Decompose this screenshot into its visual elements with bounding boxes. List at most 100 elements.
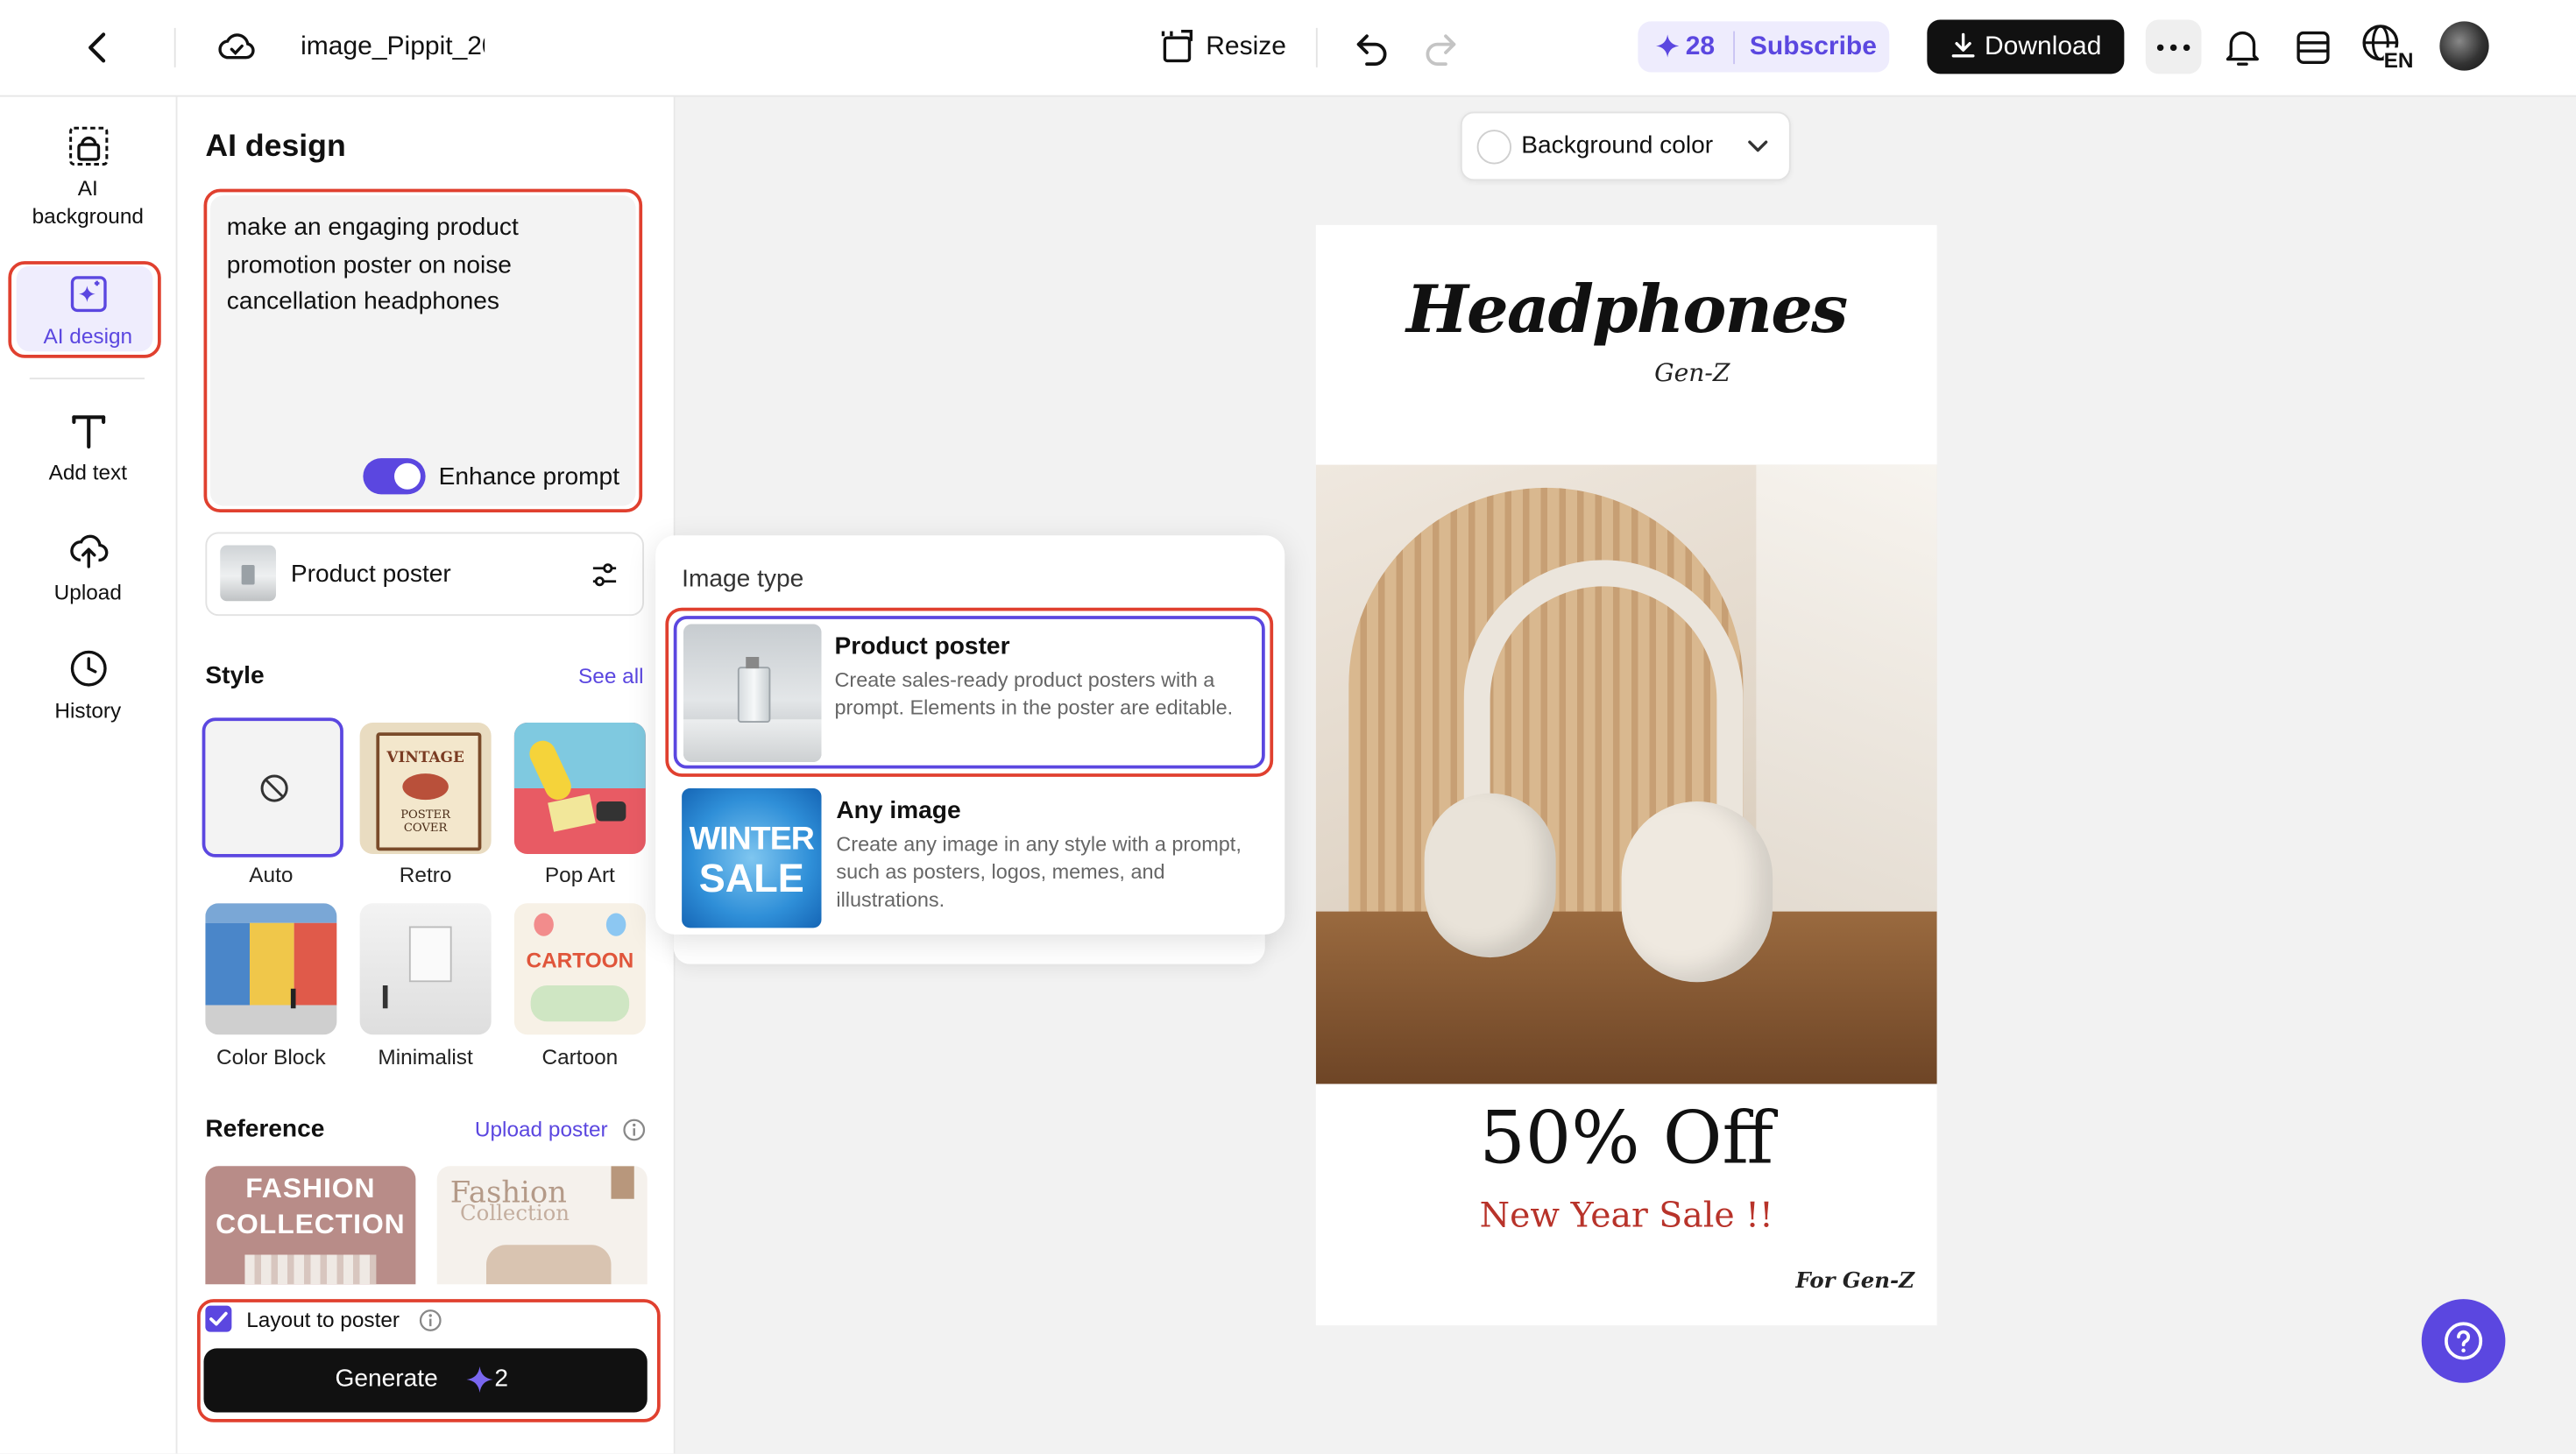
help-icon xyxy=(2443,1321,2484,1362)
help-button[interactable] xyxy=(2421,1299,2506,1383)
text-icon xyxy=(67,409,110,452)
style-color-block[interactable] xyxy=(205,903,337,1035)
style-minimalist[interactable] xyxy=(359,903,492,1035)
style-auto-label: Auto xyxy=(249,862,294,887)
style-minimalist-label: Minimalist xyxy=(378,1044,473,1069)
style-cartoon[interactable]: CARTOON xyxy=(513,903,646,1035)
prompt-text[interactable]: make an engaging product promotion poste… xyxy=(227,210,580,321)
cloud-sync-icon[interactable] xyxy=(216,26,258,69)
style-title: Style xyxy=(205,661,265,690)
chevron-down-icon xyxy=(1746,135,1769,158)
poster-tag[interactable]: For Gen-Z xyxy=(1795,1269,1914,1294)
background-color-swatch xyxy=(1476,130,1511,165)
ref2-line2: Collection xyxy=(460,1202,570,1227)
style-cartoon-label: Cartoon xyxy=(541,1044,619,1069)
option-any-image[interactable]: WINTER SALE Any image Create any image i… xyxy=(674,783,1265,931)
rail-ai-design-label: AI design xyxy=(43,323,133,349)
poster-discount[interactable]: 50% Off xyxy=(1316,1098,1937,1182)
app-root: image_Pippit_20 Resize 28 Subscribe Down… xyxy=(0,0,2576,1454)
poster-canvas[interactable]: Headphones Gen-Z 50% Off New Year Sale !… xyxy=(1315,224,1937,1326)
background-color-label: Background color xyxy=(1521,131,1714,159)
no-style-icon xyxy=(259,773,289,803)
left-rail: AI background AI design Add text Upload xyxy=(0,96,178,1454)
panel-title: AI design xyxy=(205,130,346,165)
style-pop-art[interactable] xyxy=(513,723,646,854)
upload-poster-info-icon[interactable] xyxy=(623,1119,646,1141)
product-poster-title: Product poster xyxy=(834,632,1010,660)
ref1-line1: FASHION xyxy=(245,1172,376,1204)
dropdown-title: Image type xyxy=(682,565,804,593)
rail-history-label: History xyxy=(54,697,122,723)
style-retro[interactable]: VINTAGE POSTER COVER xyxy=(359,723,492,854)
rail-ai-design[interactable]: AI design xyxy=(0,265,176,352)
subscribe-button[interactable]: Subscribe xyxy=(1750,32,1877,65)
image-type-label: Product poster xyxy=(290,560,451,589)
product-poster-thumb xyxy=(683,624,822,762)
retro-text-1: VINTAGE xyxy=(386,750,464,767)
any-image-desc: Create any image in any style with a pro… xyxy=(836,832,1242,912)
language-code: EN xyxy=(2383,47,2414,73)
any-image-title: Any image xyxy=(836,796,961,825)
rail-upload-label: Upload xyxy=(53,579,122,604)
sale-text: SALE xyxy=(698,857,804,902)
image-type-dropdown: Image type Product poster Create sales-r… xyxy=(655,535,1285,935)
poster-subtitle[interactable]: Gen-Z xyxy=(1654,358,1730,388)
back-icon[interactable] xyxy=(79,28,118,67)
sliders-icon[interactable] xyxy=(590,560,619,589)
ai-design-icon xyxy=(67,272,110,315)
style-auto[interactable] xyxy=(202,717,343,858)
rail-ai-background[interactable]: AI background xyxy=(0,125,176,230)
resize-button[interactable]: Resize xyxy=(1206,32,1286,65)
layout-info-icon[interactable] xyxy=(419,1309,442,1331)
option-product-poster[interactable]: Product poster Create sales-ready produc… xyxy=(673,616,1265,769)
reference-fashion-2[interactable]: Fashion Collection xyxy=(436,1166,648,1285)
style-retro-label: Retro xyxy=(399,862,452,887)
generate-cost: 2 xyxy=(494,1365,509,1393)
download-icon xyxy=(1950,32,1977,60)
upload-cloud-icon xyxy=(67,529,110,572)
resize-icon[interactable] xyxy=(1158,28,1198,67)
avatar[interactable] xyxy=(2439,21,2489,71)
retro-text-3: COVER xyxy=(403,821,448,835)
rail-history[interactable]: History xyxy=(0,647,176,724)
rail-upload[interactable]: Upload xyxy=(0,529,176,606)
credits-count: 28 xyxy=(1685,32,1716,61)
ai-background-icon xyxy=(67,125,110,168)
style-color-block-label: Color Block xyxy=(216,1044,326,1069)
redo-icon[interactable] xyxy=(1421,28,1461,67)
retro-text-2: POSTER xyxy=(400,808,451,822)
undo-icon[interactable] xyxy=(1352,28,1391,67)
poster-sale[interactable]: New Year Sale !! xyxy=(1316,1196,1937,1235)
more-icon xyxy=(2155,44,2191,52)
enhance-label: Enhance prompt xyxy=(438,462,620,491)
generate-label: Generate xyxy=(335,1365,438,1393)
generate-star-icon xyxy=(466,1366,493,1393)
top-bar: image_Pippit_20 Resize 28 Subscribe Down… xyxy=(0,0,2576,97)
product-poster-desc: Create sales-ready product posters with … xyxy=(834,668,1234,720)
reference-title: Reference xyxy=(205,1115,325,1143)
layout-label: Layout to poster xyxy=(246,1307,400,1332)
ai-design-panel: AI design make an engaging product promo… xyxy=(177,96,676,1454)
upload-poster-link[interactable]: Upload poster xyxy=(475,1117,608,1141)
cartoon-title: CARTOON xyxy=(526,947,634,972)
headphones-photo[interactable] xyxy=(1315,464,1937,1084)
project-name[interactable]: image_Pippit_20 xyxy=(301,32,485,65)
bell-icon[interactable] xyxy=(2223,26,2262,69)
layers-icon[interactable] xyxy=(2294,26,2333,69)
rail-add-text-label: Add text xyxy=(48,460,128,485)
clock-icon xyxy=(67,647,110,690)
download-label: Download xyxy=(1985,32,2102,61)
credits-star-icon xyxy=(1656,34,1680,58)
poster-title[interactable]: Headphones xyxy=(1316,271,1937,348)
enhance-toggle[interactable] xyxy=(363,458,426,495)
style-pop-art-label: Pop Art xyxy=(544,862,615,887)
rail-add-text[interactable]: Add text xyxy=(0,409,176,486)
winter-text: WINTER xyxy=(689,821,815,858)
see-all-link[interactable]: See all xyxy=(578,664,644,688)
layout-checkbox[interactable] xyxy=(205,1305,232,1332)
any-image-thumb: WINTER SALE xyxy=(682,788,822,928)
reference-fashion-1[interactable]: FASHION COLLECTION xyxy=(205,1166,416,1285)
rail-ai-background-label: AI background xyxy=(32,175,145,229)
image-type-thumb xyxy=(220,545,276,602)
ref1-line2: COLLECTION xyxy=(216,1209,406,1240)
